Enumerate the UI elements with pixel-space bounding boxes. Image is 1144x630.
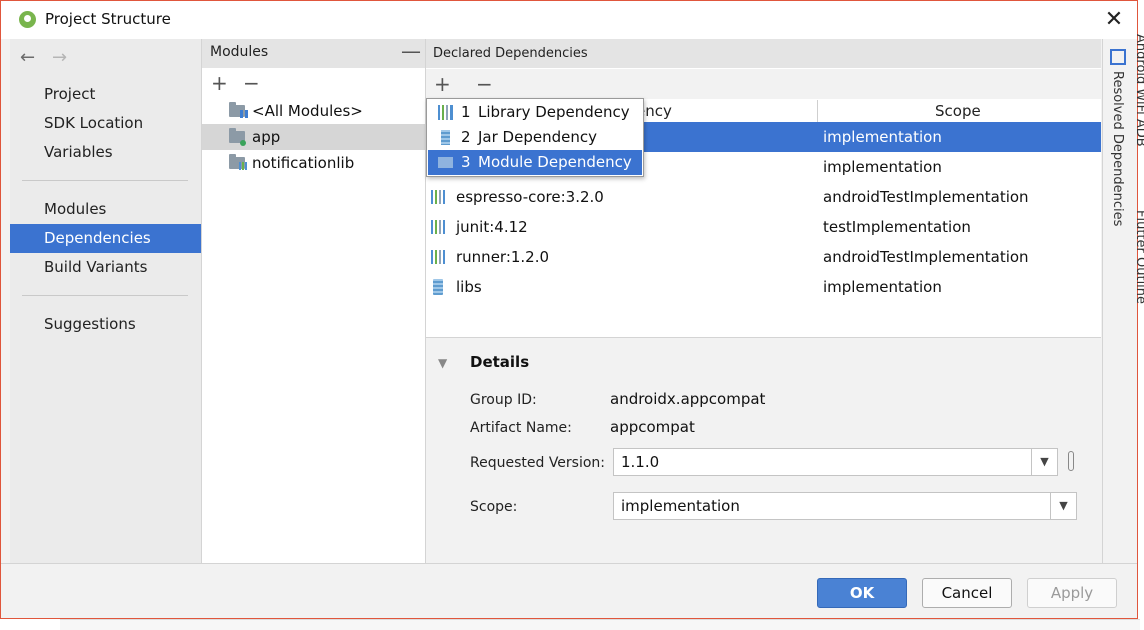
module-item-all[interactable]: <All Modules> <box>202 98 425 124</box>
requested-version-value: 1.1.0 <box>621 453 660 471</box>
sidebar-divider <box>22 295 188 296</box>
module-label: notificationlib <box>252 154 355 172</box>
library-icon <box>431 190 445 204</box>
button-bar: OK Cancel Apply <box>1 563 1137 618</box>
background-ide-bottom <box>60 619 1140 630</box>
window-title: Project Structure <box>45 10 171 28</box>
android-studio-icon <box>19 11 36 28</box>
sidebar-item-variables[interactable]: Variables <box>10 138 201 167</box>
table-row[interactable]: junit:4.12 testImplementation <box>426 212 1101 242</box>
project-structure-dialog: Project Structure ✕ ← → Project SDK Loca… <box>0 0 1138 619</box>
scope-label: Scope: <box>470 499 518 515</box>
group-id-value: androidx.appcompat <box>610 390 766 408</box>
scope-combo[interactable]: implementation ▼ <box>613 492 1077 520</box>
dependency-scope: testImplementation <box>823 218 971 236</box>
dependency-scope: implementation <box>823 158 942 176</box>
sidebar-item-build-variants[interactable]: Build Variants <box>10 253 201 282</box>
scope-value: implementation <box>621 497 740 515</box>
apply-button[interactable]: Apply <box>1027 578 1117 608</box>
table-row[interactable]: libs implementation <box>426 272 1101 302</box>
column-divider <box>817 100 818 122</box>
library-icon <box>431 250 445 264</box>
title-bar: Project Structure ✕ <box>1 1 1137 39</box>
add-dependency-icon[interactable]: + <box>434 74 451 94</box>
dependencies-title: Declared Dependencies <box>433 46 588 61</box>
module-item-notificationlib[interactable]: notificationlib <box>202 150 425 176</box>
dependency-scope: implementation <box>823 278 942 296</box>
cancel-button[interactable]: Cancel <box>922 578 1012 608</box>
dependency-scope: androidTestImplementation <box>823 188 1029 206</box>
flutter-outline-tab[interactable]: Flutter Outline <box>1133 210 1144 304</box>
collapse-icon[interactable]: — <box>401 41 421 61</box>
module-label: app <box>252 128 281 146</box>
menu-item-module-dependency[interactable]: 3 Module Dependency <box>428 150 642 175</box>
sidebar-item-project[interactable]: Project <box>10 80 201 109</box>
remove-module-icon[interactable]: − <box>243 73 260 93</box>
modules-header: Modules — <box>202 39 425 68</box>
module-item-app[interactable]: app <box>202 124 425 150</box>
ok-button[interactable]: OK <box>817 578 907 608</box>
requested-version-label: Requested Version: <box>470 455 606 471</box>
menu-item-label: Module Dependency <box>478 153 632 171</box>
menu-item-label: Jar Dependency <box>478 128 597 146</box>
dependencies-header: Declared Dependencies <box>426 39 1101 68</box>
dependency-name: runner:1.2.0 <box>456 248 550 266</box>
dependency-name: libs <box>456 278 482 296</box>
table-row[interactable]: runner:1.2.0 androidTestImplementation <box>426 242 1101 272</box>
library-icon <box>431 220 445 234</box>
dependency-name: espresso-core:3.2.0 <box>456 188 604 206</box>
artifact-name-label: Artifact Name: <box>470 420 572 436</box>
collapse-triangle-icon[interactable]: ▼ <box>438 356 447 370</box>
menu-item-label: Library Dependency <box>478 103 630 121</box>
sidebar-item-modules[interactable]: Modules <box>10 195 201 224</box>
dependency-scope: androidTestImplementation <box>823 248 1029 266</box>
menu-item-number: 2 <box>461 128 471 146</box>
close-icon[interactable]: ✕ <box>1099 5 1129 35</box>
add-module-icon[interactable]: + <box>211 73 228 93</box>
dependency-scope: implementation <box>823 128 942 146</box>
dependency-name: junit:4.12 <box>456 218 528 236</box>
module-folder-icon <box>438 157 453 168</box>
module-label: <All Modules> <box>252 102 363 120</box>
menu-item-number: 1 <box>461 103 471 121</box>
group-id-label: Group ID: <box>470 392 537 408</box>
jar-icon <box>441 130 450 145</box>
chevron-down-icon[interactable]: ▼ <box>1050 493 1076 519</box>
requested-version-combo[interactable]: 1.1.0 ▼ <box>613 448 1058 476</box>
resolved-dependencies-tab[interactable]: Resolved Dependencies <box>1110 71 1125 226</box>
add-dependency-menu: 1 Library Dependency 2 Jar Dependency 3 … <box>426 98 644 177</box>
app-module-badge-icon <box>240 140 246 146</box>
menu-item-library-dependency[interactable]: 1 Library Dependency <box>428 100 642 125</box>
details-title: Details <box>470 353 530 371</box>
dependencies-toolbar: + − <box>426 69 1101 99</box>
forward-arrow-icon[interactable]: → <box>52 47 67 68</box>
remove-dependency-icon[interactable]: − <box>476 74 493 94</box>
artifact-name-value: appcompat <box>610 418 695 436</box>
details-section: ▼ Details Group ID: androidx.appcompat A… <box>426 337 1101 564</box>
jar-icon <box>433 279 443 295</box>
modules-panel: Modules — + − <All Modules> app notifica… <box>202 39 426 563</box>
sidebar-item-sdk-location[interactable]: SDK Location <box>10 109 201 138</box>
table-row[interactable]: espresso-core:3.2.0 androidTestImplement… <box>426 182 1101 212</box>
menu-item-number: 3 <box>461 153 471 171</box>
sidebar: ← → Project SDK Location Variables Modul… <box>10 39 202 563</box>
library-module-badge-icon <box>239 162 247 170</box>
modules-grid-icon <box>240 110 248 118</box>
column-header-scope[interactable]: Scope <box>935 102 981 120</box>
menu-item-jar-dependency[interactable]: 2 Jar Dependency <box>428 125 642 150</box>
modules-title: Modules <box>210 44 269 60</box>
sidebar-divider <box>22 180 188 181</box>
resize-handle-icon[interactable] <box>1068 451 1074 471</box>
sidebar-item-dependencies[interactable]: Dependencies <box>10 224 201 253</box>
resolved-dependencies-icon <box>1110 49 1126 65</box>
chevron-down-icon[interactable]: ▼ <box>1031 449 1057 475</box>
library-icon <box>438 105 453 120</box>
android-wifi-adb-tab[interactable]: Android WiFi ADB <box>1133 34 1144 147</box>
back-arrow-icon[interactable]: ← <box>20 47 35 68</box>
sidebar-item-suggestions[interactable]: Suggestions <box>10 310 201 339</box>
